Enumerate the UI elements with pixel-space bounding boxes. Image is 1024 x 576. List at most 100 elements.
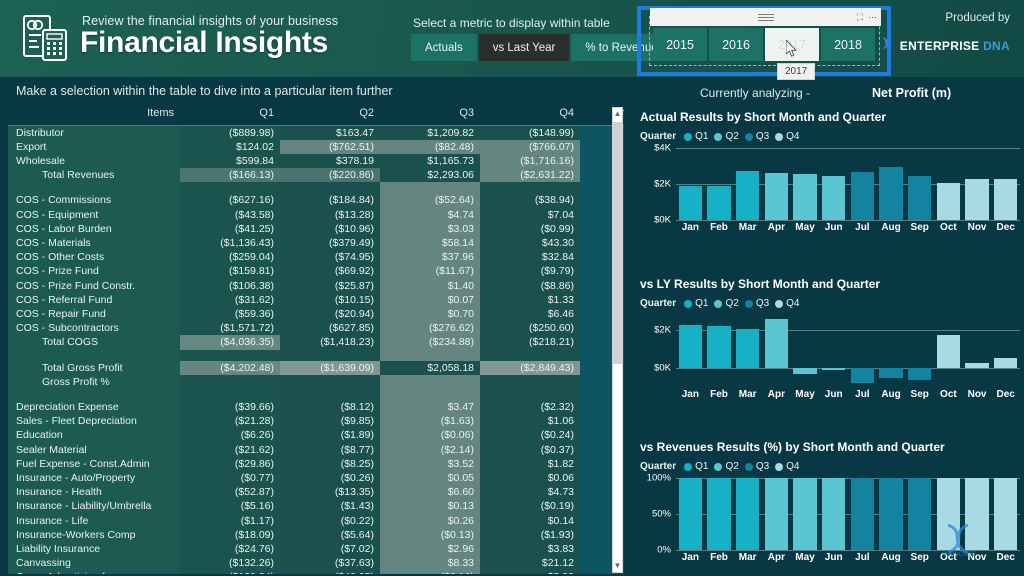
table-row[interactable]: Wholesale $599.84 $378.19 $1,165.73 ($1,716.… [8, 153, 624, 169]
table-cell[interactable]: ($0.77) [180, 470, 280, 486]
row-label[interactable] [8, 388, 180, 400]
table-cell[interactable]: ($8.25) [280, 456, 380, 471]
row-label[interactable]: Education [8, 428, 180, 443]
bar-apr[interactable] [764, 318, 789, 369]
table-row[interactable]: Liability Insurance ($24.76) ($7.02) $2.96 $… [8, 541, 624, 557]
row-label[interactable]: Insurance - Health [8, 485, 180, 500]
row-label[interactable]: Wholesale [8, 153, 180, 169]
table-cell[interactable]: ($0.13) [380, 527, 480, 542]
row-label[interactable]: COS - Referral Fund [8, 292, 180, 307]
table-row[interactable] [8, 349, 624, 361]
table-cell[interactable]: ($24.76) [180, 541, 280, 557]
bar-jul[interactable] [850, 368, 875, 383]
row-label[interactable]: COS - Equipment [8, 207, 180, 222]
row-label[interactable]: Gross Profit % [8, 374, 180, 389]
legend-item-q2[interactable]: Q2 [714, 131, 739, 142]
table-cell[interactable]: ($37.63) [280, 556, 380, 571]
bar-slot[interactable] [905, 315, 934, 387]
row-label[interactable]: COS - Prize Fund [8, 264, 180, 279]
table-cell[interactable]: ($29.86) [180, 456, 280, 471]
table-cell[interactable]: ($159.81) [180, 264, 280, 279]
table-cell[interactable] [380, 374, 480, 389]
table-row[interactable]: Fuel Expense - Const.Admin ($29.86) ($8.25… [8, 456, 624, 471]
bar-aug[interactable] [879, 478, 903, 550]
table-cell[interactable]: $5.99 [480, 570, 580, 574]
bar-slot[interactable] [733, 478, 762, 550]
table-cell[interactable]: ($1.17) [180, 513, 280, 528]
table-cell[interactable] [280, 182, 380, 194]
bar-slot[interactable] [705, 478, 734, 550]
bar-jul[interactable] [850, 478, 875, 550]
bar-jul[interactable] [850, 172, 875, 220]
table-cell[interactable]: ($13.35) [280, 485, 380, 500]
more-options-icon[interactable]: ⋯ [868, 12, 877, 22]
column-header-q2[interactable]: Q2 [280, 104, 380, 126]
table-cell[interactable]: ($74.95) [280, 250, 380, 265]
row-label[interactable]: COS - Materials [8, 235, 180, 251]
metric-button-vs-last-year[interactable]: vs Last Year [478, 34, 570, 61]
table-cell[interactable]: ($43.58) [180, 207, 280, 222]
table-row[interactable]: COS - Other Costs ($259.04) ($74.95) $37.96… [8, 250, 624, 265]
row-label[interactable]: Co-op Advertising fee [8, 570, 180, 574]
bar-oct[interactable] [936, 334, 961, 369]
drag-handle-icon[interactable] [757, 14, 774, 21]
table-cell[interactable]: ($132.26) [180, 556, 280, 571]
table-cell[interactable]: $1,209.82 [380, 125, 480, 140]
table-vertical-scrollbar[interactable]: ▲ ▼ [612, 107, 623, 573]
bar-slot[interactable] [676, 478, 705, 550]
bar-jun[interactable] [821, 176, 846, 220]
row-label[interactable] [8, 349, 180, 361]
bar-slot[interactable] [991, 148, 1020, 220]
table-cell[interactable]: ($20.94) [280, 306, 380, 322]
column-header-q3[interactable]: Q3 [380, 104, 480, 126]
table-row[interactable]: Total COGS ($4,036.35) ($1,418.23) ($234.88… [8, 335, 624, 350]
table-cell[interactable]: ($9.85) [280, 414, 380, 429]
year-tile-2018[interactable]: 2018 [821, 28, 875, 61]
table-cell[interactable]: ($1.89) [280, 428, 380, 443]
table-row[interactable]: COS - Repair Fund ($59.36) ($20.94) $0.70 $6… [8, 306, 624, 322]
bar-slot[interactable] [991, 478, 1020, 550]
bar-jun[interactable] [821, 368, 846, 370]
table-cell[interactable]: ($2,631.22) [480, 168, 580, 183]
table-cell[interactable]: $378.19 [280, 153, 380, 169]
table-cell[interactable]: ($0.37) [480, 442, 580, 457]
table-cell[interactable]: $1.06 [480, 414, 580, 429]
bar-slot[interactable] [819, 315, 848, 387]
row-label[interactable]: Depreciation Expense [8, 399, 180, 415]
table-cell[interactable] [480, 388, 580, 400]
scrollbar-thumb[interactable] [613, 122, 622, 364]
table-cell[interactable] [380, 182, 480, 194]
bar-slot[interactable] [733, 148, 762, 220]
table-cell[interactable] [280, 374, 380, 389]
table-cell[interactable]: $2,293.06 [380, 168, 480, 183]
bar-slot[interactable] [877, 478, 906, 550]
bar-dec[interactable] [993, 478, 1018, 550]
table-cell[interactable]: $21.12 [480, 556, 580, 571]
table-cell[interactable]: ($10.96) [280, 221, 380, 236]
bar-may[interactable] [793, 173, 817, 220]
financial-table-container[interactable]: Items Q1 Q2 Q3 Q4 Annual Totals Distribu… [8, 104, 624, 574]
legend-item-q3[interactable]: Q3 [744, 131, 769, 142]
row-label[interactable] [8, 182, 180, 194]
table-cell[interactable]: ($18.09) [180, 527, 280, 542]
year-tile-2016[interactable]: 2016 [709, 28, 763, 61]
table-cell[interactable]: $0.07 [380, 292, 480, 307]
table-cell[interactable] [180, 182, 280, 194]
table-body[interactable]: Distributor ($889.98) $163.47 $1,209.82 ($14… [8, 125, 624, 574]
table-cell[interactable]: ($2.32) [480, 399, 580, 415]
table-row[interactable]: Depreciation Expense ($39.66) ($8.12) $3.47… [8, 399, 624, 415]
table-cell[interactable]: ($276.62) [380, 321, 480, 336]
table-cell[interactable]: $7.04 [480, 207, 580, 222]
legend-item-q1[interactable]: Q1 [684, 298, 708, 309]
table-row[interactable]: COS - Prize Fund Constr. ($106.38) ($25.87… [8, 278, 624, 293]
table-cell[interactable]: $0.05 [380, 470, 480, 486]
row-label[interactable]: Distributor [8, 125, 180, 140]
table-cell[interactable]: $32.84 [480, 250, 580, 265]
table-cell[interactable] [380, 388, 480, 400]
table-cell[interactable]: $6.46 [480, 306, 580, 322]
financial-table[interactable]: Items Q1 Q2 Q3 Q4 Annual Totals Distribu… [8, 104, 624, 574]
table-cell[interactable]: ($766.07) [480, 139, 580, 154]
table-row[interactable]: COS - Labor Burden ($41.25) ($10.96) $3.03(… [8, 221, 624, 236]
table-cell[interactable]: ($889.98) [180, 125, 280, 140]
table-cell[interactable]: ($52.87) [180, 485, 280, 500]
